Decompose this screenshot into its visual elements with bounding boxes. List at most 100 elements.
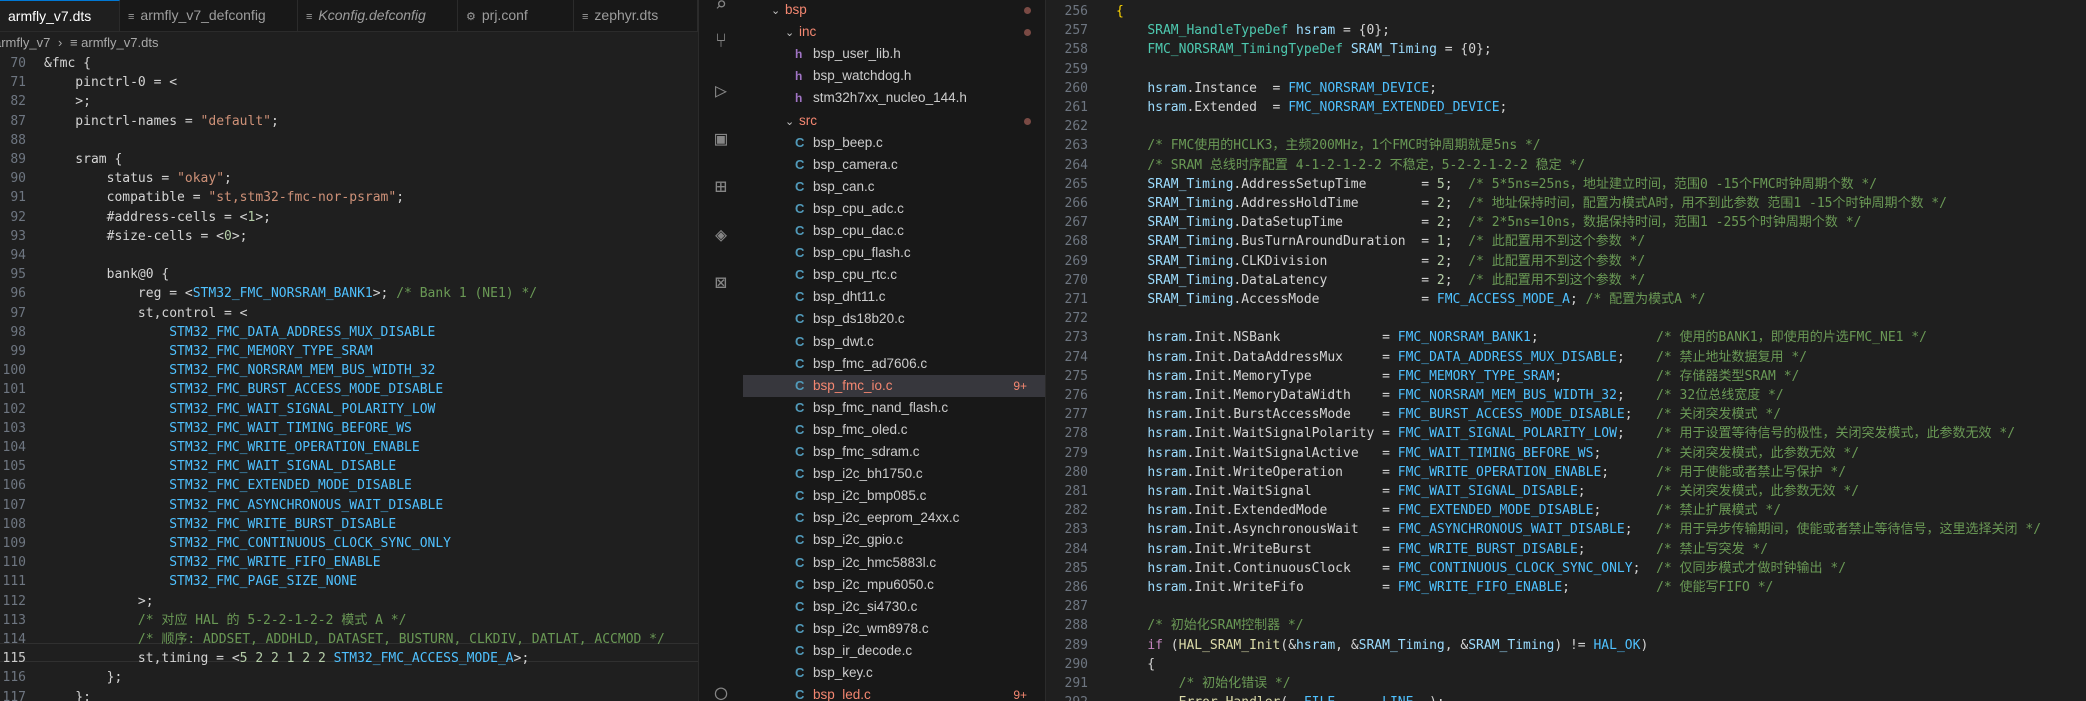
code-text: STM32_FMC_EXTENDED_MODE_DISABLE xyxy=(169,478,412,494)
explorer-file[interactable]: Cbsp_dwt.c xyxy=(743,331,1045,353)
line-number: 280 xyxy=(1064,464,1088,480)
explorer-file[interactable]: Cbsp_i2c_gpio.c xyxy=(743,529,1045,551)
explorer-file[interactable]: Cbsp_i2c_hmc5883l.c xyxy=(743,552,1045,574)
line-number: 273 xyxy=(1064,330,1088,346)
explorer-file[interactable]: Cbsp_cpu_flash.c xyxy=(743,242,1045,264)
code-text: reg = <STM32_FMC_NORSRAM_BANK1>; /* Bank… xyxy=(44,286,538,302)
modified-dot-icon xyxy=(1024,29,1031,37)
explorer-file[interactable]: Cbsp_fmc_ad7606.c xyxy=(743,353,1045,375)
breadcrumb-item[interactable]: armfly_v7.dts xyxy=(81,35,158,50)
line-number: 87 xyxy=(10,113,26,129)
device-tree-icon: ≡ xyxy=(128,11,135,23)
tab-zephyr-dts[interactable]: ≡ zephyr.dts xyxy=(574,0,698,31)
code-line: 102 STM32_FMC_WAIT_SIGNAL_POLARITY_LOW xyxy=(0,400,698,419)
code-line: 71 pinctrl-0 = < xyxy=(0,73,698,92)
right-editor-pane[interactable]: 256{257 SRAM_HandleTypeDef hsram = {0}; 2… xyxy=(1046,0,2086,701)
explorer-file[interactable]: h bsp_user_lib.h xyxy=(743,43,1045,65)
line-number: 91 xyxy=(10,190,26,206)
extensions-icon[interactable]: ⊞ xyxy=(709,174,733,198)
c-file-icon: C xyxy=(795,223,805,238)
c-file-icon: C xyxy=(795,355,805,371)
python-icon[interactable]: ◈ xyxy=(709,222,733,246)
explorer-folder[interactable]: ⌄ bsp xyxy=(743,0,1045,21)
code-line: 265 SRAM_Timing.AddressSetupTime = 5; /*… xyxy=(1046,175,2086,194)
line-number: 264 xyxy=(1064,157,1088,173)
line-number: 105 xyxy=(2,459,26,475)
source-control-icon[interactable]: ⑂ xyxy=(709,28,733,52)
code-line: 88 xyxy=(0,131,698,150)
modified-dot-icon xyxy=(1024,117,1031,125)
explorer-item-label: bsp_fmc_oled.c xyxy=(813,421,908,437)
run-debug-icon[interactable]: ▷ xyxy=(709,78,733,102)
line-number: 272 xyxy=(1064,311,1088,327)
code-line: 282 hsram.Init.ExtendedMode = FMC_EXTEND… xyxy=(1046,501,2086,520)
code-area[interactable]: 256{257 SRAM_HandleTypeDef hsram = {0}; 2… xyxy=(1046,2,2086,701)
code-line: 274 hsram.Init.DataAddressMux = FMC_DATA… xyxy=(1046,348,2086,367)
explorer-file[interactable]: Cbsp_dht11.c xyxy=(743,286,1045,308)
code-line: 100 STM32_FMC_NORSRAM_MEM_BUS_WIDTH_32 xyxy=(0,361,698,380)
explorer-file[interactable]: Cbsp_beep.c xyxy=(743,132,1045,154)
line-number: 282 xyxy=(1064,503,1088,519)
line-number: 277 xyxy=(1064,407,1088,423)
explorer-file[interactable]: h bsp_watchdog.h xyxy=(743,65,1045,87)
code-text: hsram.Init.MemoryDataWidth = FMC_NORSRAM… xyxy=(1147,388,1784,403)
explorer-file[interactable]: Cbsp_fmc_nand_flash.c xyxy=(743,397,1045,419)
code-line: 289 if (HAL_SRAM_Init(&hsram, &SRAM_Timi… xyxy=(1046,636,2086,655)
c-file-icon: C xyxy=(795,156,805,172)
explorer-item-label: stm32h7xx_nucleo_144.h xyxy=(813,90,967,106)
explorer-file[interactable]: Cbsp_led.c 9+ xyxy=(743,684,1045,701)
explorer-file[interactable]: Cbsp_ir_decode.c xyxy=(743,640,1045,662)
c-file-icon: C xyxy=(795,488,805,504)
explorer-folder[interactable]: ⌄ inc xyxy=(743,21,1045,43)
code-line: 115 st,timing = <5 2 2 1 2 2 STM32_FMC_A… xyxy=(0,649,698,668)
tab-kconfig-defconfig[interactable]: ≡ Kconfig.defconfig xyxy=(298,0,458,31)
code-text: STM32_FMC_BURST_ACCESS_MODE_DISABLE xyxy=(169,382,444,398)
explorer-file[interactable]: Cbsp_cpu_adc.c xyxy=(743,198,1045,220)
left-editor-pane[interactable]: armfly_v7.dts ≡ armfly_v7_defconfig ≡ Kcon… xyxy=(0,0,698,701)
explorer-file[interactable]: Cbsp_i2c_si4730.c xyxy=(743,596,1045,618)
line-number: 281 xyxy=(1064,484,1088,499)
explorer-file[interactable]: Cbsp_i2c_eeprom_24xx.c xyxy=(743,507,1045,529)
code-text: STM32_FMC_PAGE_SIZE_NONE xyxy=(169,574,358,590)
explorer-file[interactable]: Cbsp_i2c_wm8978.c xyxy=(743,618,1045,640)
explorer-file[interactable]: Cbsp_ds18b20.c xyxy=(743,308,1045,330)
explorer-file[interactable]: Cbsp_fmc_io.c 9+ xyxy=(743,374,1045,397)
code-line: 92 #address-cells = <1>; xyxy=(0,208,698,227)
code-line: 284 hsram.Init.WriteBurst = FMC_WRITE_BU… xyxy=(1046,540,2086,559)
explorer-file[interactable]: Cbsp_i2c_bmp085.c xyxy=(743,485,1045,507)
account-icon[interactable]: ◯ xyxy=(709,680,733,701)
explorer-file[interactable]: Cbsp_can.c xyxy=(743,176,1045,198)
explorer-file[interactable]: Cbsp_key.c xyxy=(743,662,1045,684)
c-file-icon: C xyxy=(795,620,805,636)
code-line: 96 reg = <STM32_FMC_NORSRAM_BANK1>; /* B… xyxy=(0,284,698,303)
breadcrumb[interactable]: armfly_v7 › ≡ armfly_v7.dts xyxy=(0,32,158,54)
explorer-file[interactable]: Cbsp_camera.c xyxy=(743,154,1045,176)
explorer-file[interactable]: Cbsp_i2c_mpu6050.c xyxy=(743,574,1045,596)
explorer-item-label: bsp_camera.c xyxy=(813,156,898,172)
search-icon[interactable]: ⌕ xyxy=(709,0,733,16)
explorer-file[interactable]: Cbsp_fmc_sdram.c xyxy=(743,441,1045,463)
breadcrumb-item[interactable]: armfly_v7 xyxy=(0,35,50,50)
chevron-down-icon: ⌄ xyxy=(771,5,781,17)
tab-prj-conf[interactable]: ⚙ prj.conf xyxy=(458,0,574,31)
explorer-file[interactable]: Cbsp_fmc_oled.c xyxy=(743,419,1045,441)
explorer-item-label: bsp_i2c_eeprom_24xx.c xyxy=(813,510,960,526)
line-number: 103 xyxy=(2,420,26,436)
code-line: 89 sram { xyxy=(0,150,698,169)
line-number: 268 xyxy=(1064,234,1088,250)
code-area[interactable]: 70 &fmc {71 pinctrl-0 = <82 >; 87 pinctrl-… xyxy=(0,54,698,701)
c-file-icon: C xyxy=(795,267,805,283)
x-extension-icon[interactable]: ⊠ xyxy=(709,270,733,294)
tab-armfly-v7-defconfig[interactable]: ≡ armfly_v7_defconfig xyxy=(120,0,298,31)
explorer-file[interactable]: h stm32h7xx_nucleo_144.h xyxy=(743,87,1045,109)
code-line: 97 st,control = < xyxy=(0,304,698,323)
file-explorer[interactable]: ⌄ bsp ⌄ inc h bsp_user_lib.h h bsp_watchdog.h h s… xyxy=(743,0,1046,701)
tab-armfly-v7-dts[interactable]: armfly_v7.dts xyxy=(0,0,120,31)
explorer-file[interactable]: Cbsp_cpu_dac.c xyxy=(743,220,1045,242)
explorer-file[interactable]: Cbsp_cpu_rtc.c xyxy=(743,264,1045,286)
c-file-icon: C xyxy=(795,200,805,216)
explorer-file[interactable]: Cbsp_i2c_bh1750.c xyxy=(743,463,1045,485)
code-text: st,timing = <5 2 2 1 2 2 STM32_FMC_ACCES… xyxy=(44,651,530,667)
remote-explorer-icon[interactable]: ▣ xyxy=(709,126,733,150)
explorer-folder[interactable]: ⌄ src xyxy=(743,110,1045,132)
